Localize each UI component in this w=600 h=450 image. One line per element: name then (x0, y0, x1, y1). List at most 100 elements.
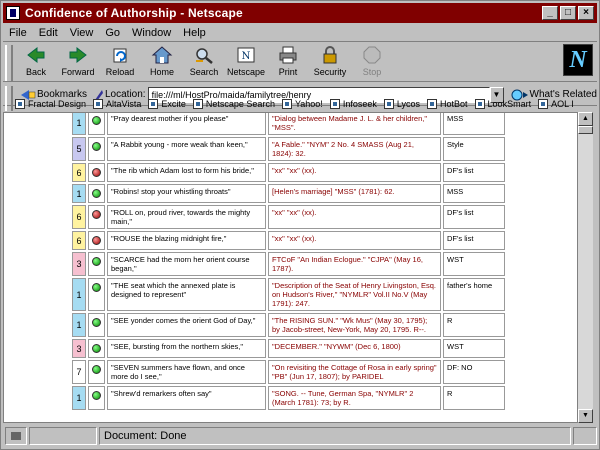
location-text: MSS (447, 187, 464, 196)
menu-go[interactable]: Go (99, 27, 126, 39)
source-text[interactable]: FTCoF "An Indian Eclogue." "CJPA" (May 1… (272, 255, 423, 273)
window-controls: _ □ × (542, 6, 594, 20)
menu-file[interactable]: File (3, 27, 33, 39)
green-light-icon (92, 391, 101, 400)
first-line-text: "SEE, bursting from the northern skies," (111, 342, 244, 351)
scroll-up-button[interactable]: ▲ (578, 112, 593, 126)
minimize-button[interactable]: _ (542, 6, 558, 20)
toolbar-grip[interactable] (5, 45, 13, 81)
source-text[interactable]: "xx" "xx" (xx). (272, 234, 316, 243)
source-text[interactable]: "xx" "xx" (xx). (272, 208, 316, 217)
source-text[interactable]: "On revisiting the Cottage of Rosa in ea… (272, 363, 437, 381)
menu-window[interactable]: Window (126, 27, 177, 39)
source-text[interactable]: "SONG. -- Tune, German Spa, "NYMLR" 2 (M… (272, 389, 413, 407)
source-cell: FTCoF "An Indian Eclogue." "CJPA" (May 1… (268, 252, 441, 276)
first-line-cell: "A Rabbit young - more weak than keen," (107, 137, 266, 161)
source-text[interactable]: "Dialog between Madame J. L. & her child… (272, 114, 427, 132)
confidence-value: 6 (76, 167, 82, 178)
confidence-number: 1 (72, 386, 86, 410)
menu-edit[interactable]: Edit (33, 27, 64, 39)
bookmark-netscape-search[interactable]: Netscape Search (192, 99, 275, 109)
green-light-icon (92, 116, 101, 125)
first-line-text: "SEE yonder comes the orient God of Day,… (111, 316, 256, 325)
bookmark-infoseek[interactable]: Infoseek (329, 99, 377, 109)
vertical-scrollbar[interactable]: ▲ ▼ (577, 112, 593, 423)
bookmark-lycos[interactable]: Lycos (383, 99, 421, 109)
scroll-down-button[interactable]: ▼ (578, 409, 593, 423)
table-row: 3 "SEE, bursting from the northern skies,… (72, 339, 505, 358)
location-text: WST (447, 255, 464, 264)
green-light-icon (92, 142, 101, 151)
source-text[interactable]: [Helen's marriage] "MSS" (1781): 62. (272, 187, 395, 196)
source-text[interactable]: "The RISING SUN." "Wk Mus" (May 30, 1795… (272, 316, 427, 334)
location-cell: DF's list (443, 163, 505, 182)
personal-grip[interactable] (5, 98, 13, 111)
bookmark-yahoo[interactable]: Yahoo! (281, 99, 323, 109)
first-line-text: "A Rabbit young - more weak than keen," (111, 140, 248, 149)
bookmark-altavista[interactable]: AltaVista (93, 99, 141, 109)
print-label: Print (278, 67, 298, 77)
status-cell (88, 184, 105, 203)
bookmark-label: AltaVista (106, 99, 142, 109)
source-text[interactable]: "A Fable." "NYM" 2 No. 4 SMASS (Aug 21, … (272, 140, 414, 158)
personal-toolbar: Fractal Design AltaVista Excite Netscape… (3, 97, 597, 111)
confidence-number: 5 (72, 137, 86, 161)
menu-help[interactable]: Help (177, 27, 212, 39)
bookmark-page-icon (538, 99, 549, 109)
reload-button[interactable]: Reload (99, 44, 141, 80)
bookmark-page-icon (474, 99, 485, 109)
status-cell (88, 386, 105, 410)
confidence-value: 1 (76, 118, 82, 128)
location-text: DF's list (447, 234, 474, 243)
confidence-value: 6 (76, 212, 82, 222)
bookmark-fractal-design[interactable]: Fractal Design (15, 99, 86, 109)
bookmark-hotbot[interactable]: HotBot (427, 99, 468, 109)
green-light-icon (92, 318, 101, 327)
confidence-value: 1 (76, 320, 82, 330)
maximize-button[interactable]: □ (560, 6, 576, 20)
confidence-value: 5 (76, 144, 82, 154)
bookmark-aol[interactable]: AOL I (538, 99, 574, 109)
bookmark-looksmart[interactable]: LookSmart (474, 99, 531, 109)
status-cell (88, 231, 105, 250)
source-text[interactable]: "Description of the Seat of Henry Living… (272, 281, 436, 308)
location-text: R (447, 389, 453, 398)
printer-icon (279, 46, 297, 64)
location-cell: R (443, 313, 505, 337)
progress-indicator (29, 427, 97, 445)
print-button[interactable]: Print (267, 44, 309, 80)
bookmark-label: Fractal Design (28, 99, 87, 109)
forward-button[interactable]: Forward (57, 44, 99, 80)
source-cell: "xx" "xx" (xx). (268, 163, 441, 182)
status-cell (88, 339, 105, 358)
confidence-value: 1 (76, 188, 82, 199)
back-button[interactable]: Back (15, 44, 57, 80)
first-line-text: "ROUSE the blazing midnight fire," (111, 234, 227, 243)
location-text: Style (447, 140, 464, 149)
bookmark-page-icon (383, 99, 394, 109)
confidence-value: 3 (76, 343, 82, 354)
location-cell: WST (443, 252, 505, 276)
stop-button[interactable]: Stop (351, 44, 393, 80)
location-text: DF's list (447, 166, 474, 175)
source-text[interactable]: "DECEMBER." "NYWM" (Dec 6, 1800) (272, 342, 401, 351)
location-text: DF's list (447, 208, 474, 217)
status-cell (88, 137, 105, 161)
netscape-throbber-logo[interactable]: N (563, 44, 593, 76)
close-button[interactable]: × (578, 6, 594, 20)
forward-arrow-icon (69, 46, 87, 64)
scroll-thumb[interactable] (578, 126, 593, 134)
location-text: father's home (447, 281, 493, 290)
home-button[interactable]: Home (141, 44, 183, 80)
first-line-text: "Pray dearest mother if you please" (111, 114, 229, 123)
bookmark-excite[interactable]: Excite (148, 99, 186, 109)
component-bar[interactable] (573, 427, 597, 445)
security-button[interactable]: Security (309, 44, 351, 80)
menu-view[interactable]: View (64, 27, 100, 39)
netscape-button[interactable]: N Netscape (225, 44, 267, 80)
bookmark-label: Lycos (396, 99, 421, 109)
search-button[interactable]: Search (183, 44, 225, 80)
source-text[interactable]: "xx" "xx" (xx). (272, 166, 316, 175)
confidence-number: 1 (72, 313, 86, 337)
security-status-icon[interactable] (5, 427, 27, 445)
